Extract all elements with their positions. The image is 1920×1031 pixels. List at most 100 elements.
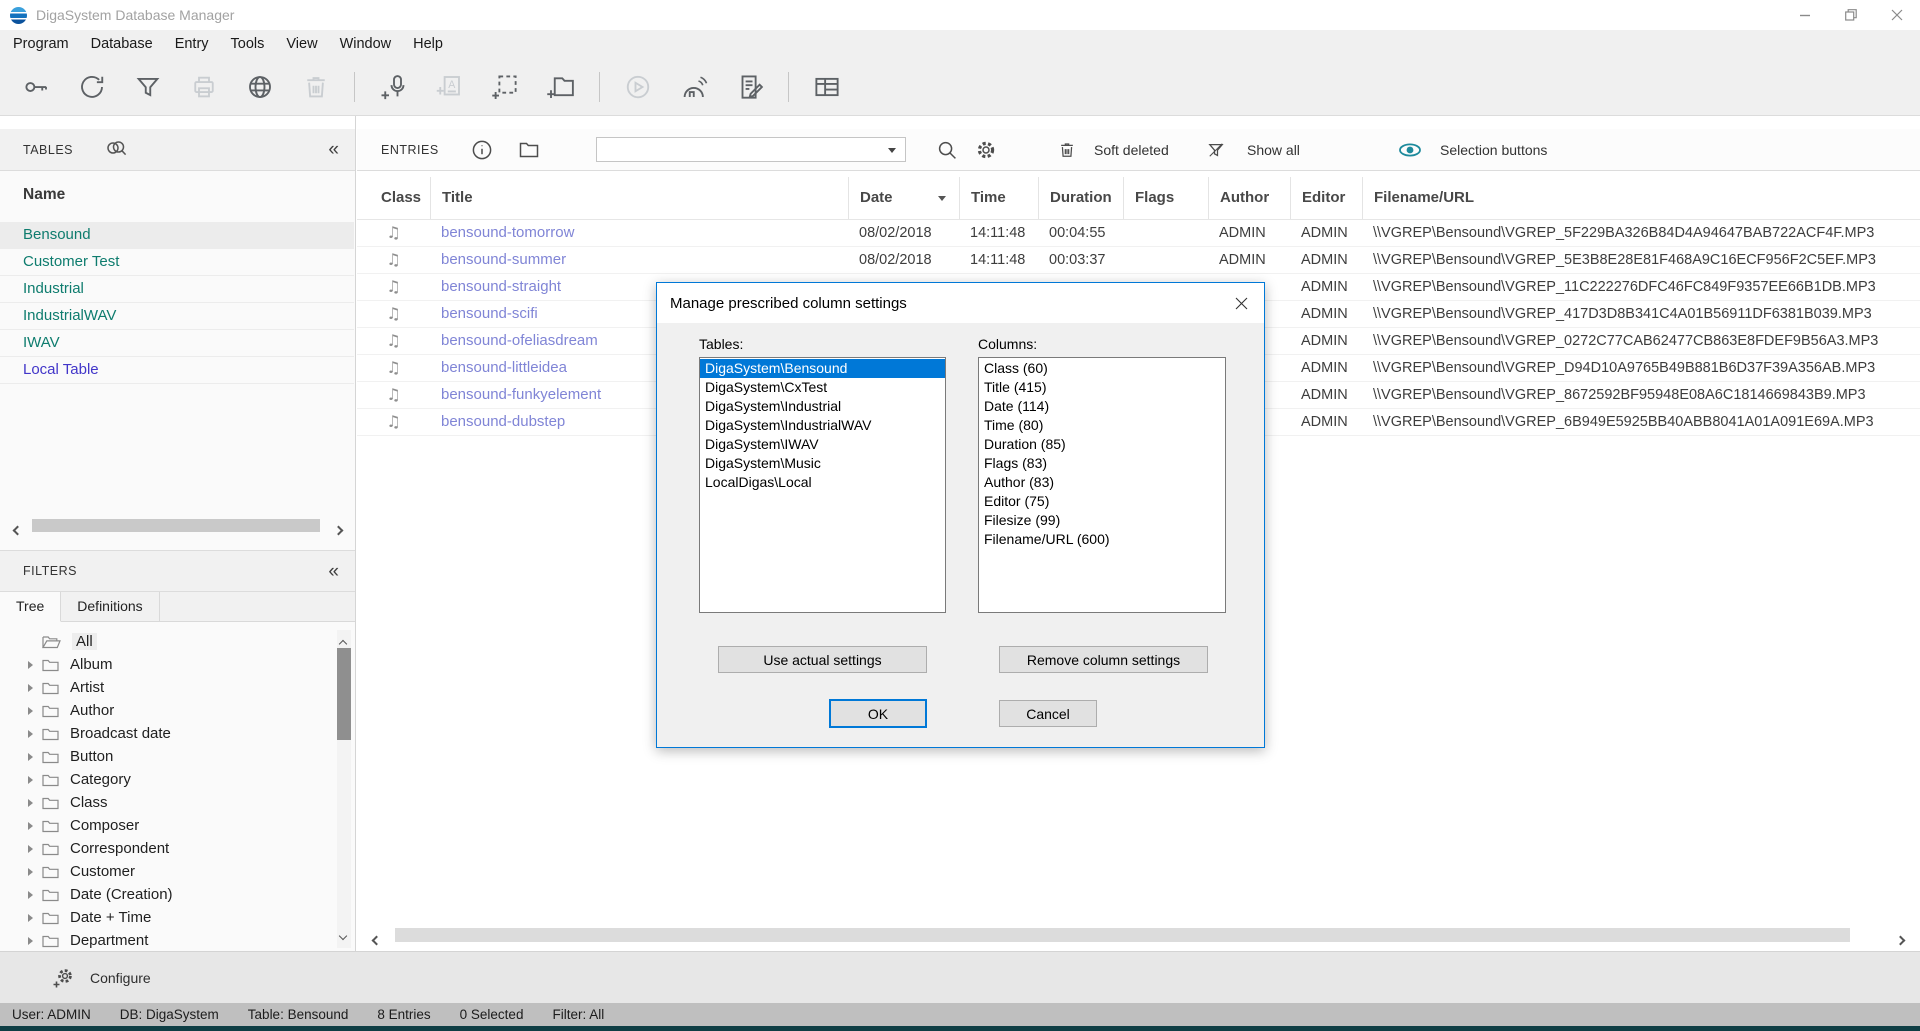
key-icon[interactable]: [16, 67, 56, 107]
print-icon[interactable]: [184, 67, 224, 107]
collapse-filters-icon[interactable]: «: [328, 562, 339, 581]
column-header-time[interactable]: Time: [959, 177, 1038, 219]
dialog-column-option[interactable]: Class (60): [979, 359, 1225, 378]
expand-arrow-icon[interactable]: [28, 776, 33, 784]
expand-arrow-icon[interactable]: [28, 868, 33, 876]
expand-arrow-icon[interactable]: [28, 707, 33, 715]
dialog-table-option[interactable]: DigaSystem\IWAV: [700, 435, 945, 454]
minimize-button[interactable]: [1782, 0, 1828, 30]
use-actual-settings-button[interactable]: Use actual settings: [718, 646, 927, 673]
table-row[interactable]: ♫ bensound-tomorrow 08/02/2018 14:11:48 …: [357, 220, 1920, 247]
refresh-icon[interactable]: [72, 67, 112, 107]
entry-title-link[interactable]: bensound-summer: [430, 247, 848, 273]
tab-definitions[interactable]: Definitions: [61, 592, 159, 621]
dialog-table-option[interactable]: DigaSystem\Music: [700, 454, 945, 473]
search-input[interactable]: [597, 138, 905, 161]
scrollbar-thumb[interactable]: [395, 928, 1850, 942]
filter-tree-item-all[interactable]: All: [0, 630, 335, 653]
search-combobox[interactable]: [596, 137, 906, 162]
new-folder-icon[interactable]: [541, 67, 581, 107]
filter-tree-item-department[interactable]: Department: [0, 929, 335, 951]
dialog-column-option[interactable]: Author (83): [979, 473, 1225, 492]
expand-arrow-icon[interactable]: [28, 753, 33, 761]
dialog-column-option[interactable]: Filesize (99): [979, 511, 1225, 530]
expand-arrow-icon[interactable]: [28, 891, 33, 899]
table-list-item-bensound[interactable]: Bensound: [0, 222, 354, 249]
column-header-date[interactable]: Date: [848, 177, 959, 219]
selection-buttons-eye-icon[interactable]: [1397, 129, 1423, 170]
close-button[interactable]: [1874, 0, 1920, 30]
menu-tools[interactable]: Tools: [220, 30, 276, 58]
dialog-table-option[interactable]: DigaSystem\CxTest: [700, 378, 945, 397]
configure-label[interactable]: Configure: [90, 970, 151, 986]
edit-entry-icon[interactable]: [730, 67, 770, 107]
collapse-tables-icon[interactable]: «: [328, 140, 339, 159]
dialog-table-option[interactable]: DigaSystem\IndustrialWAV: [700, 416, 945, 435]
show-all-label[interactable]: Show all: [1247, 129, 1300, 170]
filter-tree-item-class[interactable]: Class: [0, 791, 335, 814]
filter-tree-item-button[interactable]: Button: [0, 745, 335, 768]
column-header-class[interactable]: Class: [357, 177, 430, 219]
entry-title-link[interactable]: bensound-tomorrow: [430, 220, 848, 246]
column-header-flags[interactable]: Flags: [1123, 177, 1208, 219]
entries-horizontal-scrollbar[interactable]: [357, 926, 1920, 944]
restore-button[interactable]: [1828, 0, 1874, 30]
expand-arrow-icon[interactable]: [28, 914, 33, 922]
filter-tree-item-date-creation[interactable]: Date (Creation): [0, 883, 335, 906]
table-list-item-iwav[interactable]: IWAV: [0, 330, 354, 357]
menu-entry[interactable]: Entry: [164, 30, 220, 58]
filter-tree-item-category[interactable]: Category: [0, 768, 335, 791]
configure-gear-icon[interactable]: [52, 966, 76, 990]
dialog-column-option[interactable]: Filename/URL (600): [979, 530, 1225, 549]
text-import-icon[interactable]: A: [429, 67, 469, 107]
dialog-column-option[interactable]: Editor (75): [979, 492, 1225, 511]
folder-icon[interactable]: [517, 129, 541, 170]
search-icon[interactable]: [935, 129, 959, 170]
scroll-right-icon[interactable]: [1897, 931, 1904, 949]
filter-tree-item-author[interactable]: Author: [0, 699, 335, 722]
dialog-table-option[interactable]: DigaSystem\Industrial: [700, 397, 945, 416]
sort-descending-icon[interactable]: [938, 196, 946, 201]
column-header-editor[interactable]: Editor: [1290, 177, 1362, 219]
microphone-icon[interactable]: [373, 67, 413, 107]
scrollbar-thumb[interactable]: [32, 519, 320, 532]
table-list-item-local-table[interactable]: Local Table: [0, 357, 354, 384]
dialog-column-option[interactable]: Time (80): [979, 416, 1225, 435]
marquee-select-icon[interactable]: [485, 67, 525, 107]
ok-button[interactable]: OK: [829, 699, 927, 728]
info-icon[interactable]: [470, 129, 494, 170]
expand-arrow-icon[interactable]: [28, 730, 33, 738]
tables-horizontal-scrollbar[interactable]: [0, 516, 356, 534]
menu-window[interactable]: Window: [329, 30, 403, 58]
expand-arrow-icon[interactable]: [28, 684, 33, 692]
menu-help[interactable]: Help: [402, 30, 454, 58]
dialog-column-option[interactable]: Flags (83): [979, 454, 1225, 473]
show-all-filter-icon[interactable]: [1206, 129, 1226, 170]
expand-arrow-icon[interactable]: [28, 799, 33, 807]
dialog-column-option[interactable]: Duration (85): [979, 435, 1225, 454]
selection-buttons-label[interactable]: Selection buttons: [1440, 129, 1547, 170]
menu-view[interactable]: View: [275, 30, 328, 58]
delete-icon[interactable]: [296, 67, 336, 107]
expand-arrow-icon[interactable]: [28, 661, 33, 669]
dialog-table-option[interactable]: LocalDigas\Local: [700, 473, 945, 492]
on-air-icon[interactable]: [674, 67, 714, 107]
menu-program[interactable]: Program: [2, 30, 80, 58]
expand-arrow-icon[interactable]: [28, 822, 33, 830]
table-search-icon[interactable]: [103, 138, 131, 162]
filter-tree-scrollbar[interactable]: [337, 630, 351, 948]
filter-tree-item-correspondent[interactable]: Correspondent: [0, 837, 335, 860]
scroll-left-icon[interactable]: [14, 521, 21, 539]
tab-tree[interactable]: Tree: [0, 592, 61, 622]
play-icon[interactable]: [618, 67, 658, 107]
gear-icon[interactable]: [974, 129, 998, 170]
table-list-item-customer-test[interactable]: Customer Test: [0, 249, 354, 276]
table-grid-icon[interactable]: [807, 67, 847, 107]
soft-deleted-label[interactable]: Soft deleted: [1094, 129, 1169, 170]
dialog-column-option[interactable]: Date (114): [979, 397, 1225, 416]
dialog-tables-listbox[interactable]: DigaSystem\Bensound DigaSystem\CxTest Di…: [699, 357, 946, 613]
soft-deleted-trash-icon[interactable]: [1057, 129, 1077, 170]
remove-column-settings-button[interactable]: Remove column settings: [999, 646, 1208, 673]
column-header-duration[interactable]: Duration: [1038, 177, 1123, 219]
filter-tree-item-date-time[interactable]: Date + Time: [0, 906, 335, 929]
